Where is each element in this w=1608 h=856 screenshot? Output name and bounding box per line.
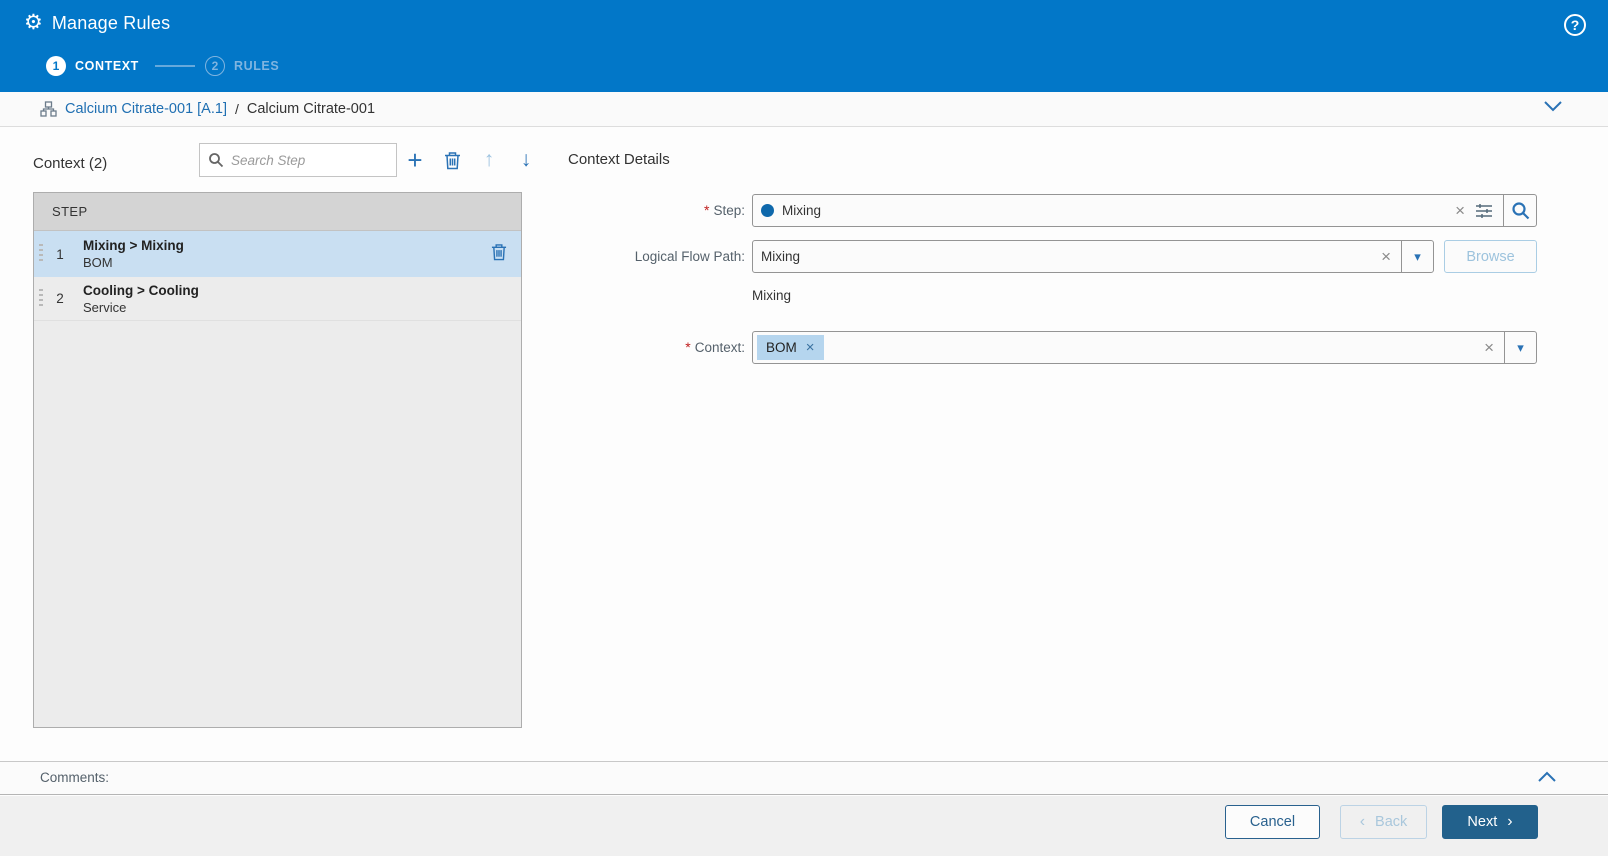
step-1-circle[interactable]: 1 xyxy=(46,56,66,76)
manage-rules-dialog: ⚙ Manage Rules ? 1 CONTEXT 2 RULES Calci… xyxy=(0,0,1608,856)
context-details-title: Context Details xyxy=(568,151,670,168)
logical-flow-path-label: Logical Flow Path: xyxy=(525,249,745,264)
context-field-label: * Context: xyxy=(525,339,745,355)
required-asterisk: * xyxy=(685,339,691,355)
context-chip-label: BOM xyxy=(766,340,797,355)
logical-flow-path-value-area[interactable]: Mixing xyxy=(753,241,1381,272)
context-list-title: Context (2) xyxy=(33,155,108,172)
breadcrumb: Calcium Citrate-001 [A.1] / Calcium Citr… xyxy=(40,92,375,126)
logical-flow-path-field: Mixing × ▾ xyxy=(752,240,1434,273)
chevron-down-icon: ▾ xyxy=(1517,339,1524,355)
context-clear-icon[interactable]: × xyxy=(1484,339,1494,356)
step-2-circle[interactable]: 2 xyxy=(204,56,225,76)
arrow-down-icon: ↓ xyxy=(520,148,532,171)
logical-flow-path-dropdown-button[interactable]: ▾ xyxy=(1401,241,1433,272)
move-down-button[interactable]: ↓ xyxy=(514,146,538,174)
context-field-controls: × xyxy=(1484,332,1504,363)
row-title: Mixing > Mixing xyxy=(83,238,184,253)
logical-flow-path-controls: × xyxy=(1381,241,1401,272)
step-label-text: Step: xyxy=(713,203,745,218)
back-label: Back xyxy=(1375,814,1408,830)
row-text: Mixing > Mixing BOM xyxy=(83,238,184,270)
row-index: 1 xyxy=(56,246,64,262)
row-title: Cooling > Cooling xyxy=(83,282,199,298)
drag-handle-icon[interactable] xyxy=(39,288,43,309)
breadcrumb-collapse-chevron-down-icon[interactable] xyxy=(1544,101,1562,112)
delete-step-button[interactable] xyxy=(440,146,464,174)
step-search-button[interactable] xyxy=(1503,195,1536,226)
row-index: 2 xyxy=(56,291,64,306)
context-chip-remove-icon[interactable]: × xyxy=(806,340,815,355)
add-step-button[interactable]: + xyxy=(403,146,427,174)
arrow-up-icon: ↑ xyxy=(483,148,495,171)
table-row[interactable]: 1 Mixing > Mixing BOM xyxy=(34,231,521,277)
page-title: Manage Rules xyxy=(51,12,171,33)
context-field: BOM × × ▾ xyxy=(752,331,1537,364)
footer-bar: Cancel ‹ Back Next › xyxy=(0,796,1608,856)
search-icon xyxy=(1511,201,1530,220)
trash-icon xyxy=(444,151,461,170)
step-1-label[interactable]: CONTEXT xyxy=(75,59,139,73)
breadcrumb-separator: / xyxy=(234,101,239,117)
breadcrumb-bar: Calcium Citrate-001 [A.1] / Calcium Citr… xyxy=(0,92,1608,127)
comments-collapse-chevron-up-icon[interactable] xyxy=(1538,771,1556,782)
structure-icon xyxy=(40,101,57,117)
chevron-left-icon: ‹ xyxy=(1359,813,1366,830)
stepper-connector xyxy=(154,65,195,67)
row-delete-trash-icon[interactable] xyxy=(491,243,507,261)
context-chip: BOM × xyxy=(757,335,824,360)
context-dropdown-button[interactable]: ▾ xyxy=(1504,332,1536,363)
logical-flow-path-clear-icon[interactable]: × xyxy=(1381,248,1391,265)
cancel-label: Cancel xyxy=(1249,814,1296,830)
wizard-stepper: 1 CONTEXT 2 RULES xyxy=(46,56,279,76)
step-object-icon xyxy=(761,204,774,217)
step-filter-sliders-icon[interactable] xyxy=(1475,203,1493,219)
plus-icon: + xyxy=(407,145,423,175)
step-clear-icon[interactable]: × xyxy=(1455,202,1465,219)
breadcrumb-link[interactable]: Calcium Citrate-001 [A.1] xyxy=(65,101,227,117)
logical-flow-path-value: Mixing xyxy=(761,249,801,264)
step-field-value: Mixing xyxy=(782,203,822,218)
header-title-row: ⚙ Manage Rules xyxy=(24,12,170,34)
context-steps-table: STEP 1 Mixing > Mixing BOM 2 Cooling > C… xyxy=(33,192,522,728)
logical-flow-path-text: Mixing xyxy=(752,288,792,303)
help-icon[interactable]: ? xyxy=(1564,14,1586,36)
context-toolbar: + ↑ ↓ xyxy=(403,144,538,176)
context-field-value-area[interactable]: BOM × xyxy=(753,332,1484,363)
step-field: Mixing × xyxy=(752,194,1537,227)
next-label: Next xyxy=(1467,814,1498,830)
row-text: Cooling > Cooling Service xyxy=(83,283,199,315)
next-button[interactable]: Next › xyxy=(1442,805,1538,839)
required-asterisk: * xyxy=(704,202,710,218)
row-subtitle: BOM xyxy=(83,255,113,270)
step-field-value-area[interactable]: Mixing xyxy=(753,195,1455,226)
move-up-button[interactable]: ↑ xyxy=(477,146,501,174)
context-label-text: Context: xyxy=(694,340,745,355)
search-step-input[interactable] xyxy=(231,152,371,168)
logical-flow-path-label-text: Logical Flow Path: xyxy=(634,249,745,264)
step-field-label: * Step: xyxy=(525,202,745,218)
manage-rules-gear-icon: ⚙ xyxy=(24,11,43,34)
header: ⚙ Manage Rules ? 1 CONTEXT 2 RULES xyxy=(0,0,1608,92)
chevron-right-icon: › xyxy=(1507,813,1513,830)
row-subtitle: Service xyxy=(83,299,127,315)
help-glyph: ? xyxy=(1570,17,1580,33)
comments-label: Comments: xyxy=(40,770,110,785)
breadcrumb-current: Calcium Citrate-001 xyxy=(246,101,376,117)
chevron-down-icon: ▾ xyxy=(1414,248,1421,264)
table-column-header: STEP xyxy=(34,193,521,231)
step-2-label[interactable]: RULES xyxy=(234,59,279,73)
back-button[interactable]: ‹ Back xyxy=(1340,805,1427,839)
search-step-box xyxy=(199,143,397,177)
table-row[interactable]: 2 Cooling > Cooling Service xyxy=(34,277,521,321)
drag-handle-icon[interactable] xyxy=(39,244,43,264)
cancel-button[interactable]: Cancel xyxy=(1225,805,1320,839)
browse-button[interactable]: Browse xyxy=(1444,240,1537,273)
comments-section: Comments: xyxy=(0,761,1608,795)
search-icon xyxy=(208,152,224,168)
step-field-controls: × xyxy=(1455,195,1503,226)
